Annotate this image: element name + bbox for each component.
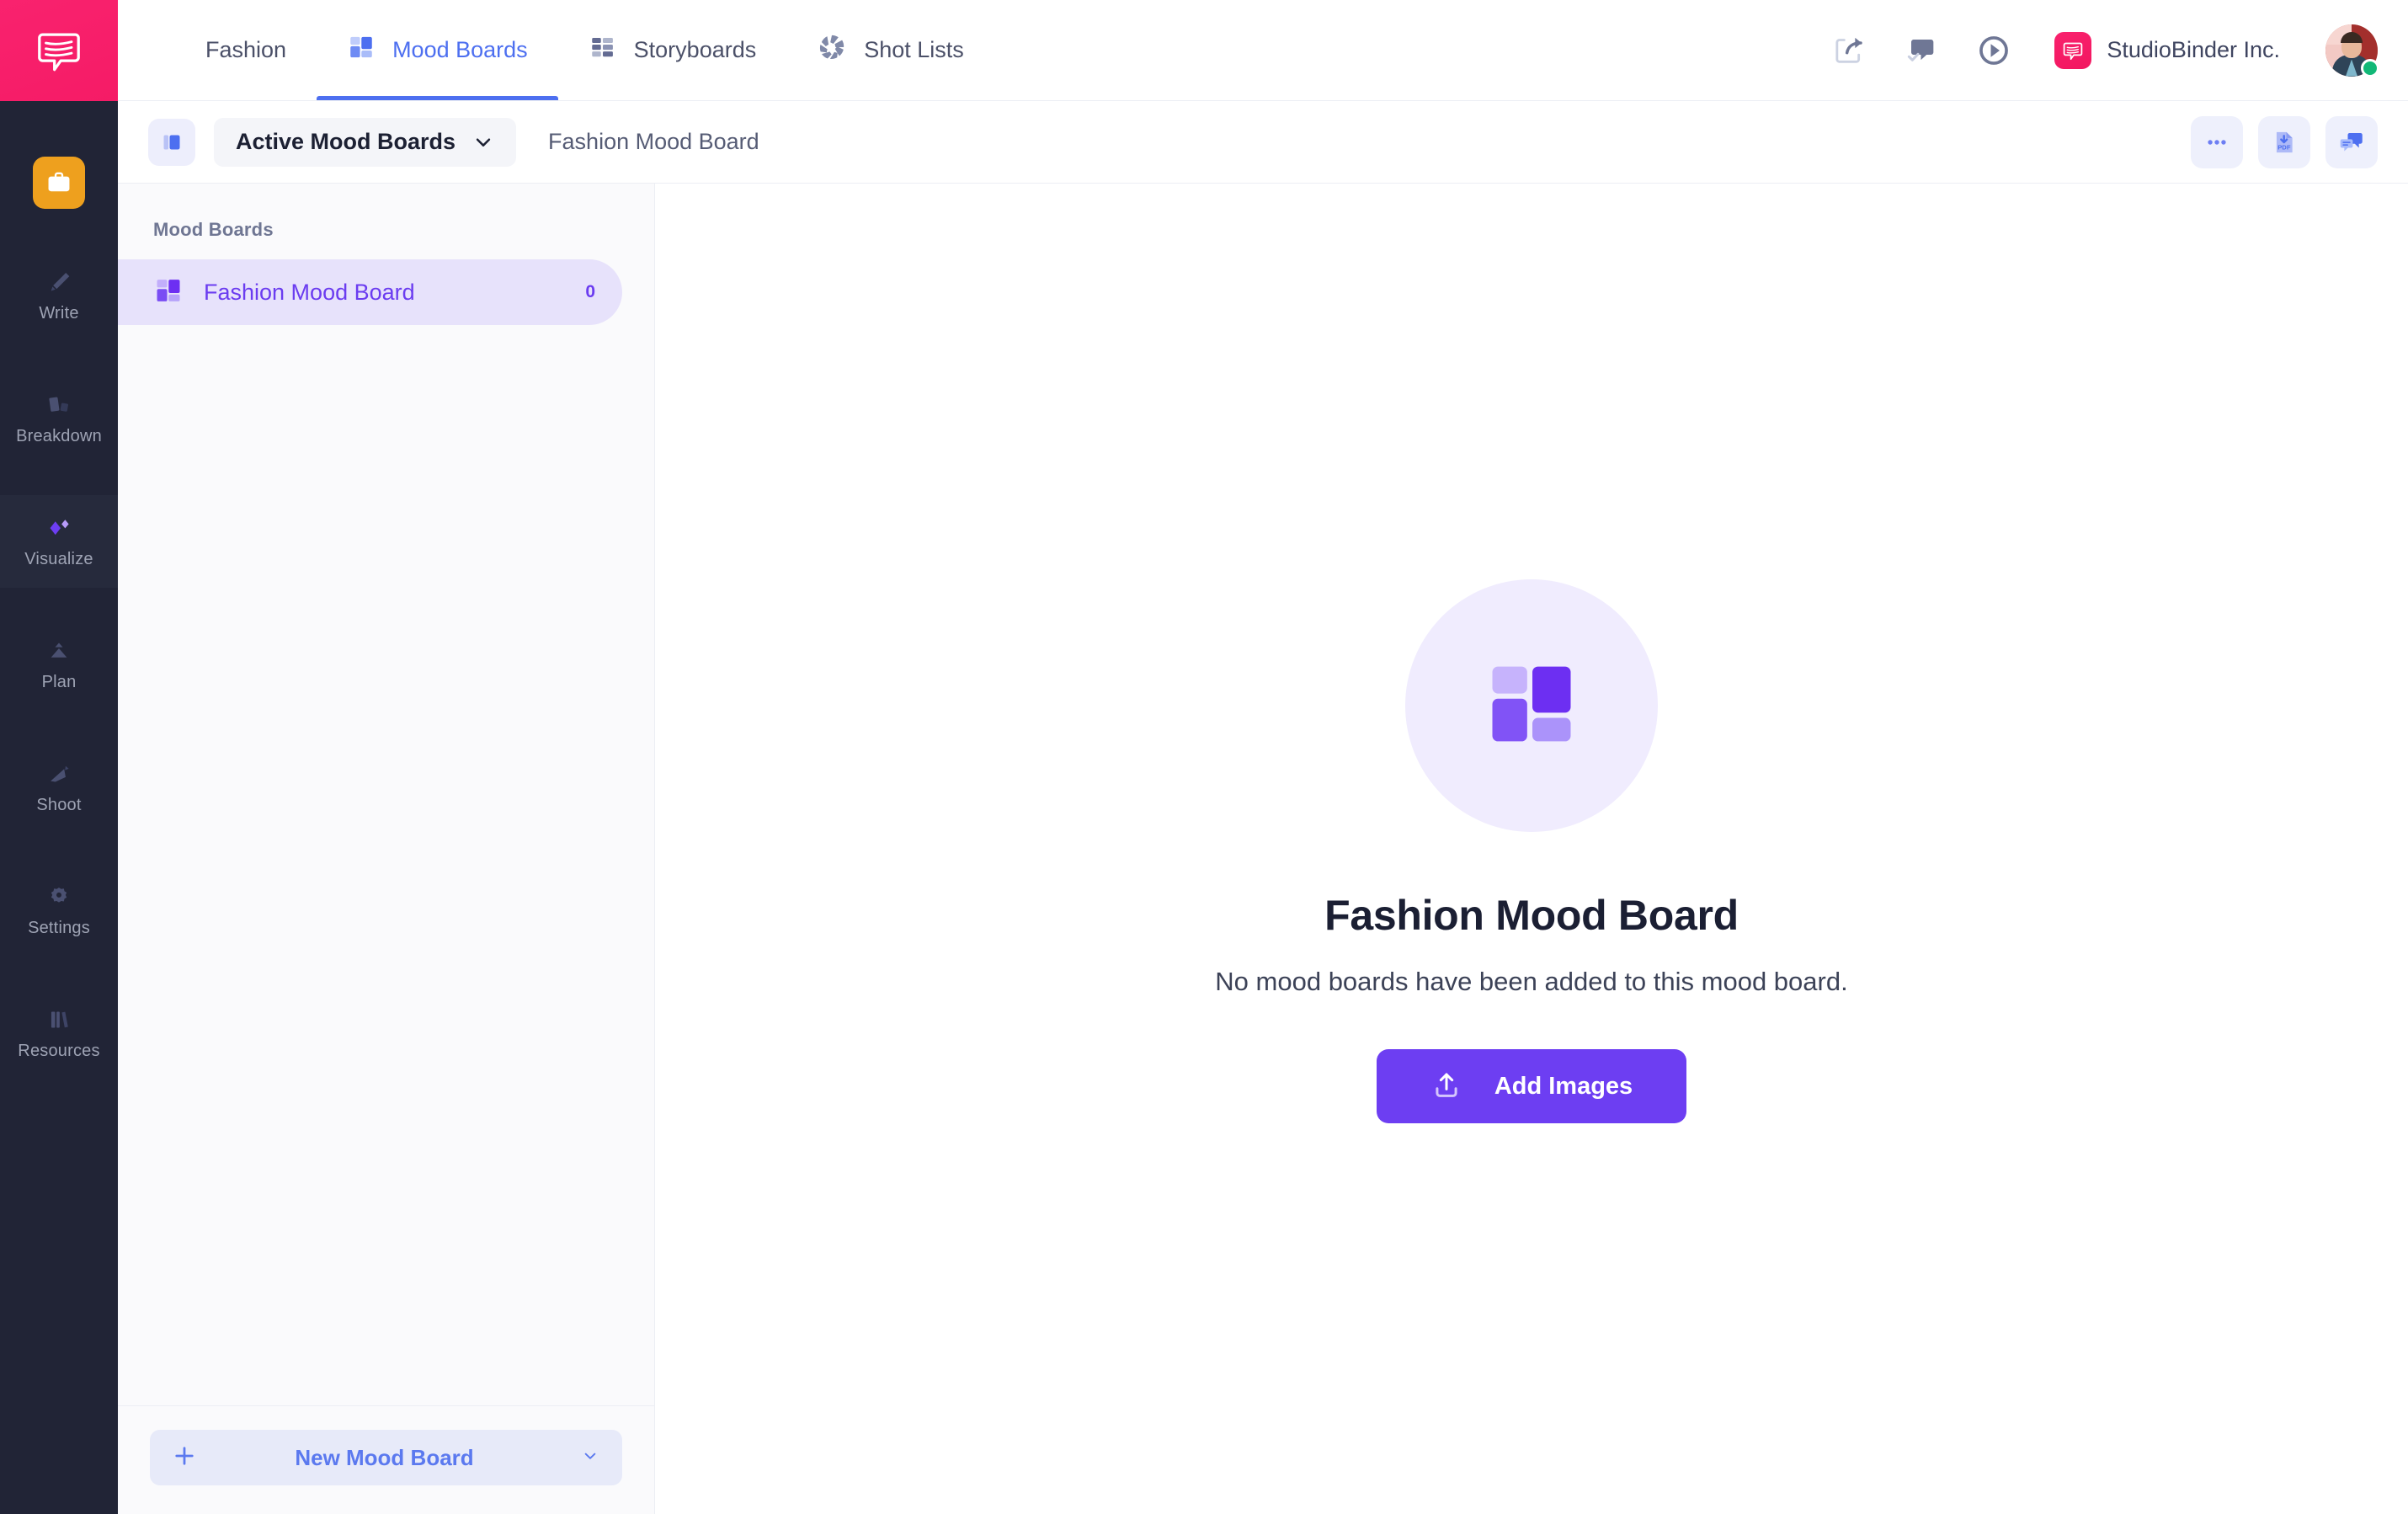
tab-label: Shot Lists (864, 37, 964, 62)
top-nav: Fashion Mood Boards Storyboards Shot Lis… (118, 0, 2408, 101)
org-badge-icon (2054, 31, 2092, 69)
sidebar-item-label: Settings (28, 918, 90, 937)
presence-indicator (2361, 58, 2379, 77)
left-rail: Write Breakdown Visualize Plan Shoot Set… (0, 0, 118, 1514)
sidebar-item-visualize[interactable]: Visualize (0, 495, 118, 588)
sidebar-item-shoot[interactable]: Shoot (0, 741, 118, 834)
tab-fashion[interactable]: Fashion (175, 0, 317, 100)
tab-bar: Fashion Mood Boards Storyboards Shot Lis… (118, 0, 994, 100)
tab-storyboards[interactable]: Storyboards (558, 0, 787, 100)
diamonds-icon (42, 514, 76, 543)
top-nav-actions: StudioBinder Inc. (1829, 0, 2408, 100)
mood-boards-panel: Mood Boards Fashion Mood Board 0 New Moo… (118, 184, 655, 1514)
more-options-icon[interactable] (2191, 115, 2243, 168)
body-region: Mood Boards Fashion Mood Board 0 New Moo… (118, 184, 2408, 1514)
storyboard-grid-icon (589, 33, 617, 67)
sidebar-item-label: Shoot (36, 795, 82, 814)
tab-mood-boards[interactable]: Mood Boards (317, 0, 558, 100)
breadcrumb: Fashion Mood Board (548, 129, 759, 154)
add-images-button[interactable]: Add Images (1376, 1049, 1687, 1123)
new-mood-board-label: New Mood Board (295, 1444, 474, 1470)
svg-text:PDF: PDF (2277, 143, 2291, 151)
filter-label: Active Mood Boards (236, 129, 456, 154)
comments-icon[interactable] (2325, 115, 2378, 168)
pen-icon (43, 269, 75, 297)
empty-state: Fashion Mood Board No mood boards have b… (1215, 579, 1848, 1123)
sidebar-item-label: Plan (41, 672, 77, 691)
sidebar-item-breakdown[interactable]: Breakdown (0, 372, 118, 465)
gear-icon (45, 883, 73, 912)
clapper-arrow-icon (43, 760, 75, 789)
aperture-icon (817, 32, 847, 68)
share-icon[interactable] (1829, 30, 1869, 71)
sidebar-item-label: Breakdown (16, 426, 102, 445)
main-content: Fashion Mood Board No mood boards have b… (655, 184, 2408, 1514)
panel-layout-icon[interactable] (148, 118, 195, 166)
mountain-icon (43, 637, 75, 666)
empty-state-illustration (1405, 579, 1658, 832)
toolbar-actions: PDF (2191, 115, 2378, 168)
tab-label: Storyboards (633, 37, 757, 62)
sidebar-item-plan[interactable]: Plan (0, 618, 118, 711)
empty-state-message: No mood boards have been added to this m… (1215, 967, 1848, 996)
mood-boards-list: Fashion Mood Board 0 (118, 259, 654, 1405)
app-root: Write Breakdown Visualize Plan Shoot Set… (0, 0, 2408, 1514)
tab-label: Fashion (205, 37, 287, 62)
sidebar-item-label: Resources (18, 1041, 100, 1060)
studiobinder-chat-logo-icon (38, 33, 80, 72)
sidebar-item-resources[interactable]: Resources (0, 987, 118, 1080)
sidebar-item-label: Visualize (24, 549, 93, 568)
message-check-icon[interactable] (1901, 30, 1942, 71)
sidebar-item-write[interactable]: Write (0, 249, 118, 342)
add-images-label: Add Images (1494, 1072, 1633, 1100)
list-item-label: Fashion Mood Board (204, 279, 415, 305)
avatar[interactable] (2325, 24, 2379, 77)
books-icon (45, 1006, 73, 1035)
new-mood-board-button[interactable]: New Mood Board (150, 1430, 622, 1485)
mood-board-icon (1479, 652, 1584, 760)
sidebar-item-label: Write (39, 303, 79, 323)
sidebar-item-settings[interactable]: Settings (0, 864, 118, 957)
project-briefcase-button[interactable] (33, 157, 85, 209)
mood-board-filter-dropdown[interactable]: Active Mood Boards (214, 117, 517, 167)
panel-header: Mood Boards (153, 219, 274, 240)
list-item[interactable]: Fashion Mood Board 0 (118, 259, 622, 325)
tab-shot-lists[interactable]: Shot Lists (786, 0, 994, 100)
play-circle-icon[interactable] (1974, 30, 2014, 71)
breakdown-cards-icon (43, 392, 75, 420)
mood-board-icon (153, 275, 184, 310)
right-region: Fashion Mood Boards Storyboards Shot Lis… (118, 0, 2408, 1514)
upload-icon (1430, 1069, 1462, 1104)
panel-footer: New Mood Board (118, 1405, 654, 1514)
page-title: Fashion Mood Board (1324, 892, 1739, 939)
chevron-down-icon (476, 138, 491, 147)
organization-switcher[interactable]: StudioBinder Inc. (2054, 31, 2280, 69)
briefcase-icon (48, 172, 70, 192)
org-name: StudioBinder Inc. (2107, 37, 2280, 62)
download-pdf-icon[interactable]: PDF (2258, 115, 2310, 168)
chevron-down-icon[interactable] (580, 1446, 600, 1470)
mood-board-icon (347, 33, 376, 67)
studiobinder-logo[interactable] (0, 0, 118, 101)
list-item-count: 0 (585, 282, 595, 301)
rail-nav-list: Write Breakdown Visualize Plan Shoot Set… (0, 249, 118, 1110)
tab-label: Mood Boards (392, 37, 528, 62)
secondary-toolbar: Active Mood Boards Fashion Mood Board PD… (118, 101, 2408, 184)
